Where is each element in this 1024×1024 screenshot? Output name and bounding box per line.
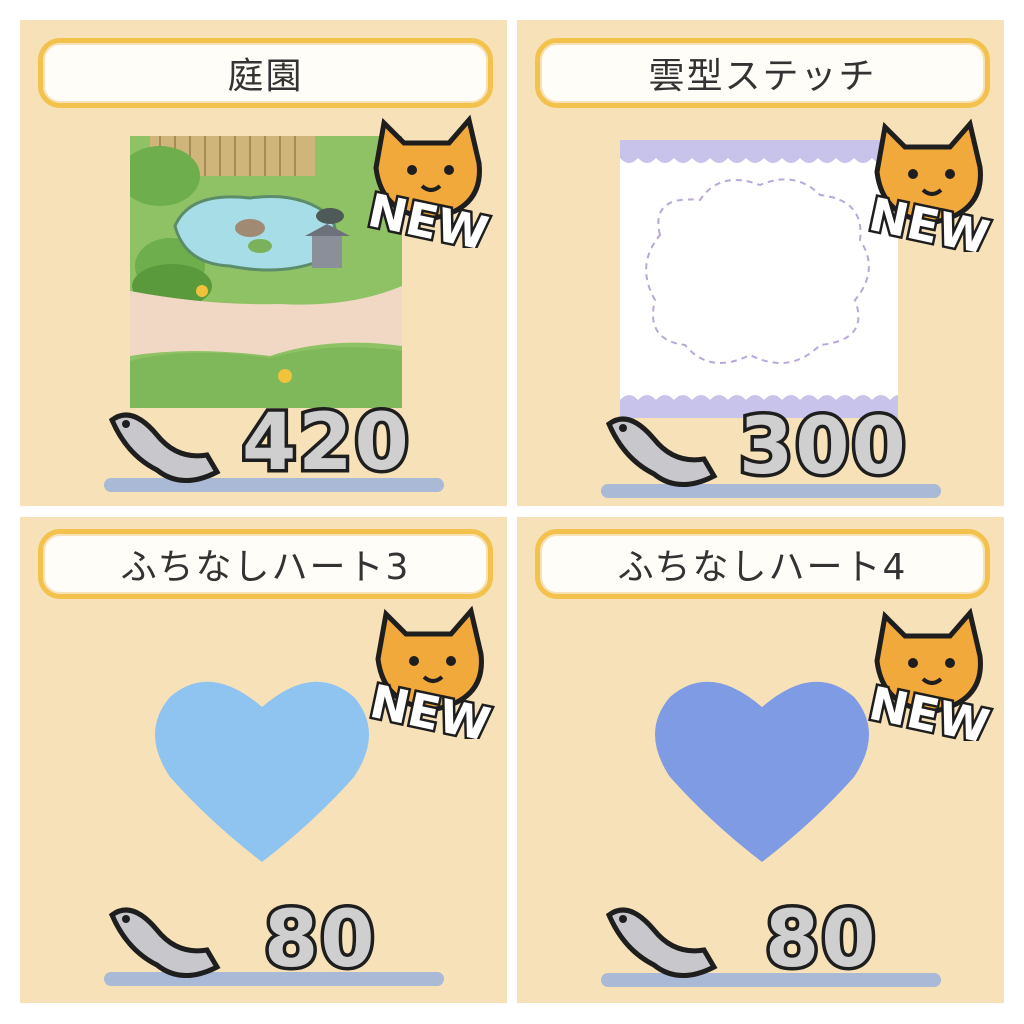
item-title: ふちなしハート3 (120, 547, 411, 588)
heart-light-blue-icon (155, 681, 369, 862)
fish-currency-icon (108, 907, 221, 978)
fish-currency-icon (605, 907, 718, 978)
item-title: 庭園 (227, 56, 304, 97)
item-title: 雲型ステッチ (648, 56, 877, 97)
shop-item-heart-3[interactable]: ふちなしハート3 NEW 80 (20, 517, 507, 1003)
shop-item-garden[interactable]: 庭園 NEW 420 (20, 20, 507, 506)
heart-periwinkle-icon (655, 681, 869, 862)
price-value: 80 (261, 892, 379, 989)
new-badge-icon: NEW (361, 114, 495, 248)
shop-item-heart-4[interactable]: ふちなしハート4 NEW 80 (517, 517, 1004, 1003)
item-title: ふちなしハート4 (617, 547, 908, 588)
price-value: 420 (239, 395, 413, 492)
shop-item-cloud-stitch[interactable]: 雲型ステッチ NEW 300 (517, 20, 1004, 506)
item-title-box: ふちなしハート4 (535, 529, 990, 599)
item-title-box: 雲型ステッチ (535, 38, 990, 108)
new-badge-icon: NEW (363, 605, 497, 739)
new-badge-icon: NEW (862, 607, 996, 741)
fish-currency-icon (605, 416, 718, 487)
price-value: 300 (736, 399, 910, 496)
price-value: 80 (762, 892, 880, 989)
fish-currency-icon (108, 412, 221, 483)
new-badge-icon: NEW (862, 118, 996, 252)
